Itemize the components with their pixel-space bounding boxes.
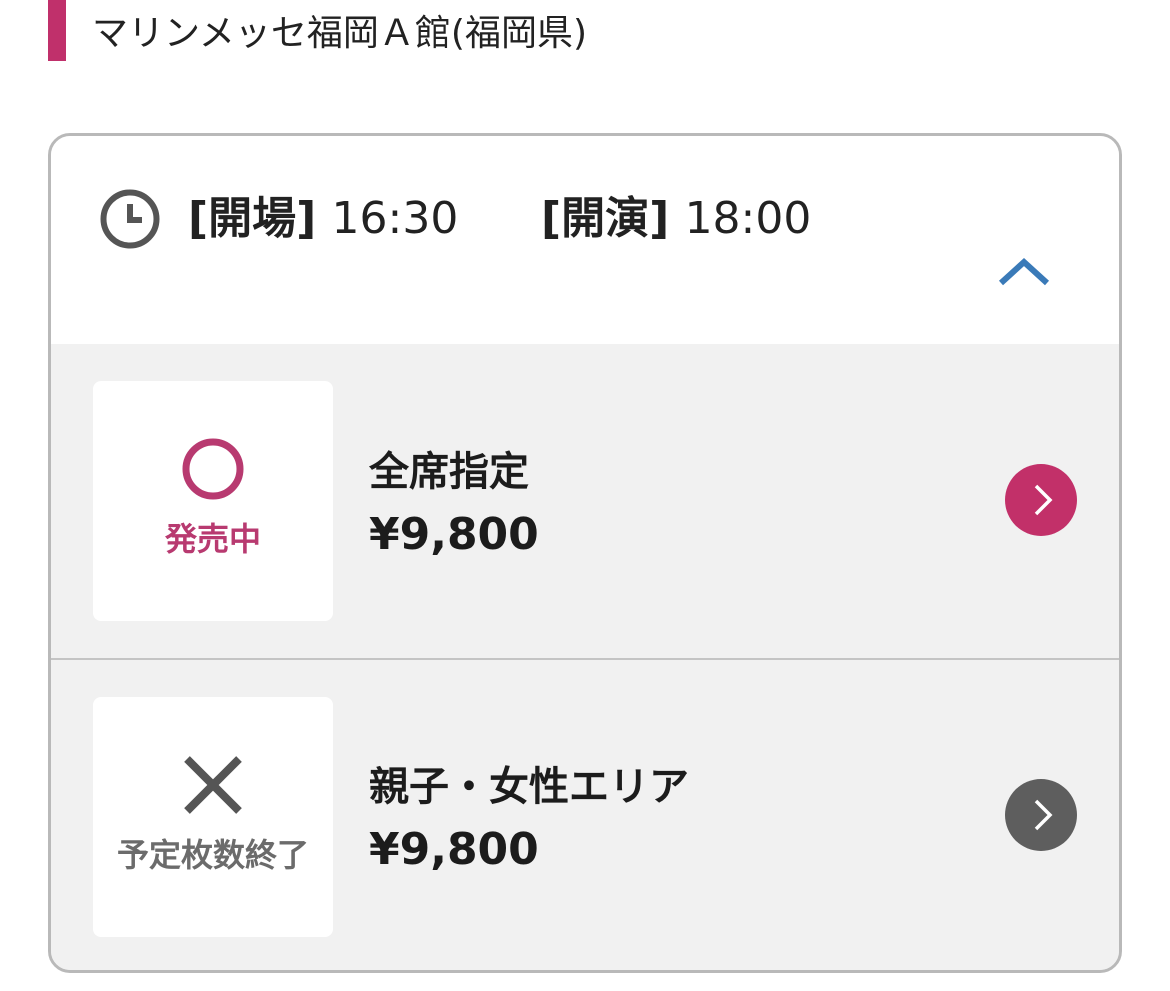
chevron-right-icon[interactable] bbox=[1005, 464, 1077, 536]
open-time: 16:30 bbox=[331, 193, 459, 244]
status-label: 発売中 bbox=[164, 520, 261, 558]
ticket-row-all-reserved[interactable]: 発売中 全席指定 ¥9,800 bbox=[51, 344, 1119, 657]
seat-name: 親子・女性エリア bbox=[369, 764, 689, 810]
circle-icon bbox=[182, 438, 244, 500]
seat-name: 全席指定 bbox=[369, 449, 529, 495]
clock-icon bbox=[100, 189, 160, 249]
start-time: 18:00 bbox=[684, 193, 812, 244]
chevron-right-icon[interactable] bbox=[1005, 779, 1077, 851]
venue-accent-bar bbox=[48, 0, 66, 61]
status-label: 予定枚数終了 bbox=[116, 836, 309, 874]
open-label: [開場] bbox=[188, 193, 317, 244]
seat-price: ¥9,800 bbox=[369, 824, 539, 875]
status-box: 発売中 bbox=[93, 381, 333, 621]
start-label: [開演] bbox=[541, 193, 670, 244]
cross-icon bbox=[184, 756, 242, 814]
performance-times: [開場] 16:30 [開演] 18:00 bbox=[188, 192, 811, 246]
venue-name: マリンメッセ福岡Ａ館(福岡県) bbox=[92, 13, 588, 54]
chevron-up-icon[interactable] bbox=[991, 248, 1057, 296]
venue-header: マリンメッセ福岡Ａ館(福岡県) bbox=[48, 0, 1118, 61]
ticket-row-family-women-area[interactable]: 予定枚数終了 親子・女性エリア ¥9,800 bbox=[51, 658, 1119, 970]
seat-price: ¥9,800 bbox=[369, 509, 539, 560]
performance-header[interactable]: [開場] 16:30 [開演] 18:00 bbox=[51, 136, 1119, 344]
performance-card: [開場] 16:30 [開演] 18:00 発売中 全席指定 ¥9,800 予定… bbox=[48, 133, 1122, 973]
status-box: 予定枚数終了 bbox=[93, 697, 333, 937]
